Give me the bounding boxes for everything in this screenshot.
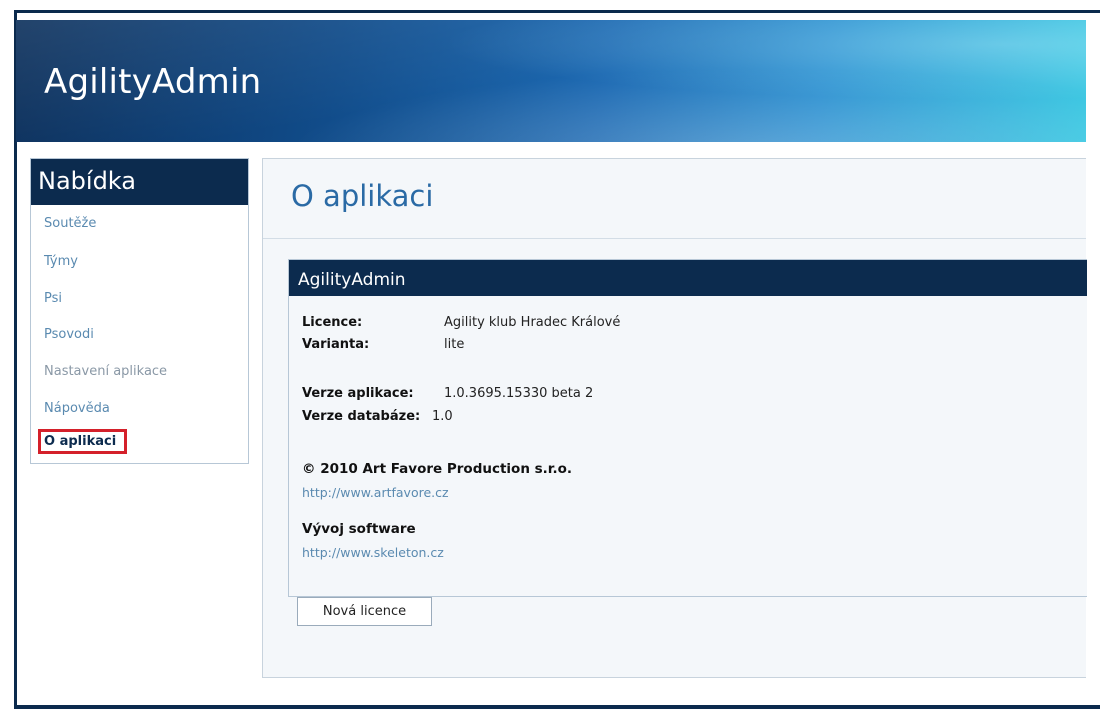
app-title: AgilityAdmin [44, 62, 262, 102]
sidebar-item-o-aplikaci[interactable]: O aplikaci [38, 429, 128, 454]
sidebar-item-psi[interactable]: Psi [44, 291, 62, 306]
skeleton-link[interactable]: http://www.skeleton.cz [302, 545, 444, 560]
dev-heading: Vývoj software [302, 521, 416, 537]
licence-label: Licence: [302, 315, 363, 330]
new-licence-button[interactable]: Nová licence [297, 597, 432, 626]
sidebar-item-napoveda[interactable]: Nápověda [44, 401, 110, 416]
about-panel-heading: AgilityAdmin [289, 260, 1087, 296]
licence-value: Agility klub Hradec Králové [444, 315, 621, 330]
varianta-value: lite [444, 337, 465, 352]
sidebar-heading: Nabídka [31, 159, 248, 205]
db-version-label: Verze databáze: [302, 409, 421, 424]
copyright-text: © 2010 Art Favore Production s.r.o. [302, 461, 573, 477]
page-title-bar: O aplikaci [263, 159, 1086, 239]
db-version-value: 1.0 [432, 409, 453, 424]
page-title: O aplikaci [291, 179, 434, 213]
sidebar-item-tymy[interactable]: Týmy [44, 254, 78, 269]
app-version-label: Verze aplikace: [302, 386, 414, 401]
about-panel: AgilityAdmin Licence: Agility klub Hrade… [288, 259, 1087, 626]
sidebar-item-souteze[interactable]: Soutěže [44, 216, 96, 231]
app-header-banner: AgilityAdmin [16, 20, 1086, 142]
artfavore-link[interactable]: http://www.artfavore.cz [302, 485, 449, 500]
sidebar-item-nastaveni-aplikace[interactable]: Nastavení aplikace [44, 364, 167, 379]
sidebar-item-psovodi[interactable]: Psovodi [44, 327, 94, 342]
sidebar-menu: Nabídka Soutěže Týmy Psi Psovodi Nastave… [30, 158, 249, 464]
main-content: O aplikaci AgilityAdmin Licence: Agility… [262, 158, 1087, 678]
varianta-label: Varianta: [302, 337, 370, 352]
app-version-value: 1.0.3695.15330 beta 2 [444, 386, 594, 401]
